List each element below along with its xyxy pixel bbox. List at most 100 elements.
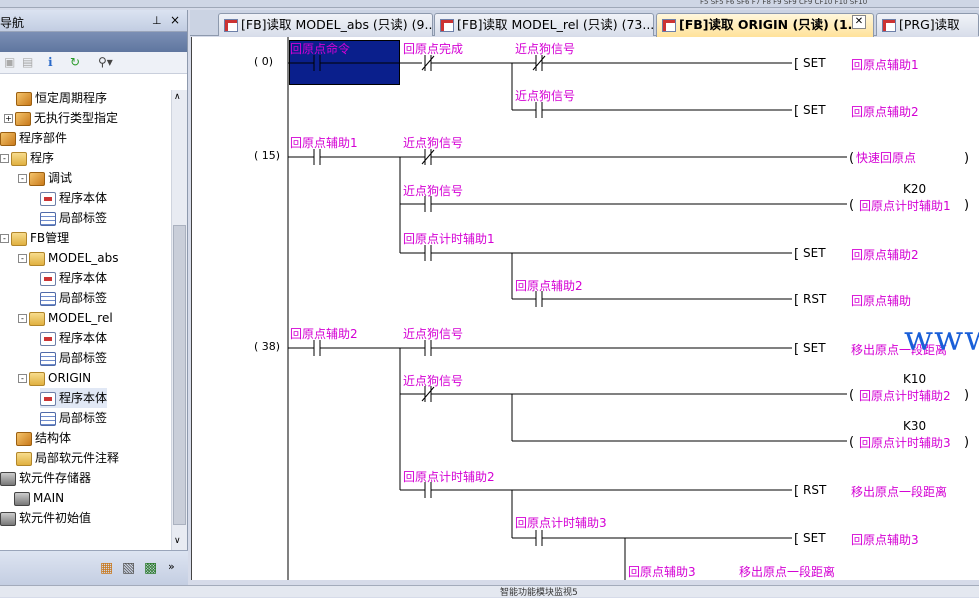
ladder-label[interactable]: K10 (903, 372, 926, 386)
close-icon[interactable]: × (170, 13, 180, 27)
tree-item[interactable]: + 无执行类型指定 (4, 108, 118, 128)
collapse-icon[interactable]: - (0, 154, 9, 163)
scroll-down-icon[interactable]: ∨ (174, 536, 181, 546)
ladder-label[interactable]: 近点狗信号 (515, 40, 575, 57)
tree-item[interactable]: - ORIGIN (18, 368, 91, 388)
program-icon (16, 91, 32, 106)
user-library-icon[interactable]: ▧ (122, 560, 135, 576)
ladder-label[interactable]: 回原点辅助1 (851, 56, 919, 73)
ladder-label[interactable]: 回原点辅助1 (290, 134, 358, 151)
ladder-label[interactable]: 回原点计时辅助3 (515, 514, 607, 531)
tree-item[interactable]: - MODEL_abs (18, 248, 119, 268)
ladder-label[interactable]: 回原点计时辅助2 (403, 468, 495, 485)
expand-icon[interactable]: + (4, 114, 13, 123)
ladder-label[interactable]: RST (803, 292, 826, 306)
ladder-label[interactable]: 回原点辅助 (851, 292, 911, 309)
tree-item[interactable]: 软元件初始值 (0, 508, 91, 528)
tree-item[interactable]: - MODEL_rel (18, 308, 113, 328)
tree-item[interactable]: 局部软元件注释 (16, 448, 119, 468)
ladder-label[interactable]: 移出原点一段距离 (851, 483, 947, 500)
ladder-label[interactable]: SET (803, 103, 826, 117)
connection-icon[interactable]: ▩ (144, 560, 157, 576)
tab-close-icon[interactable]: ✕ (852, 15, 866, 29)
tree-item[interactable]: 软元件存储器 (0, 468, 91, 488)
tree-item[interactable]: - 调试 (18, 168, 72, 188)
folder-icon (29, 251, 45, 266)
ladder-label[interactable]: 回原点完成 (403, 40, 463, 57)
ladder-label[interactable]: 近点狗信号 (403, 372, 463, 389)
folder-icon (16, 451, 32, 466)
coil-bracket: [ (794, 104, 799, 119)
tree-item[interactable]: 局部标签 (40, 408, 107, 428)
tree-item-label: MAIN (33, 491, 65, 505)
tree-item[interactable]: 程序本体 (40, 188, 107, 208)
tree-item[interactable]: 程序本体 (40, 268, 107, 288)
tree-item[interactable]: MAIN (14, 488, 64, 508)
ladder-label[interactable]: 回原点辅助2 (290, 325, 358, 342)
collapse-icon[interactable]: - (18, 254, 27, 263)
ladder-label[interactable]: 近点狗信号 (403, 134, 463, 151)
ladder-label[interactable]: SET (803, 341, 826, 355)
ladder-label[interactable]: 移出原点一段距离 (739, 563, 835, 580)
ladder-label[interactable]: 快速回原点 (856, 149, 916, 166)
refresh-icon[interactable]: ↻ (70, 55, 80, 69)
no-contact (535, 102, 543, 118)
ladder-label[interactable]: 回原点辅助2 (851, 103, 919, 120)
tree-item[interactable]: 程序本体 (40, 328, 107, 348)
tab-model-rel[interactable]: [FB]读取 MODEL_rel (只读) (73... (434, 13, 654, 36)
step-number: ( 38) (254, 340, 281, 353)
ladder-label[interactable]: SET (803, 56, 826, 70)
tree-item[interactable]: 程序部件 (0, 128, 67, 148)
tree-item[interactable]: 局部标签 (40, 348, 107, 368)
tree-item-label: 程序本体 (59, 271, 108, 285)
properties-icon[interactable]: ℹ (48, 55, 53, 69)
tree-item-label: MODEL_rel (48, 311, 113, 325)
ladder-label[interactable]: 回原点计时辅助1 (859, 197, 951, 214)
tree-item-label: 程序部件 (19, 131, 68, 145)
ladder-editor[interactable]: [[() () [[[() () [[ ( 0) ( 15) ( 38) 回原点命令 回原点完成… (191, 37, 979, 580)
label-table-icon (40, 211, 56, 226)
ladder-label[interactable]: 回原点辅助3 (628, 563, 696, 580)
filter-icon[interactable]: ⚲▾ (98, 55, 113, 69)
collapse-icon[interactable]: - (0, 234, 9, 243)
project-view-icon[interactable]: ▦ (100, 560, 113, 576)
tree-item[interactable]: 局部标签 (40, 208, 107, 228)
copy-icon[interactable]: ▣ (4, 55, 15, 69)
ladder-label[interactable]: K30 (903, 419, 926, 433)
tree-item[interactable]: 结构体 (16, 428, 71, 448)
nav-bottom-bar: ▦ ▧ ▩ » (0, 550, 188, 585)
ladder-label[interactable]: 回原点计时辅助1 (403, 230, 495, 247)
tab-model-abs[interactable]: [FB]读取 MODEL_abs (只读) (9... (218, 13, 433, 36)
ladder-label[interactable]: RST (803, 483, 826, 497)
tab-prg[interactable]: [PRG]读取 (876, 13, 979, 36)
pin-icon[interactable]: ⊥ (152, 14, 162, 27)
more-icon[interactable]: » (168, 560, 175, 573)
ladder-label[interactable]: 近点狗信号 (515, 87, 575, 104)
ladder-label[interactable]: 回原点辅助2 (851, 246, 919, 263)
paste-icon[interactable]: ▤ (22, 55, 33, 69)
tree-item[interactable]: 局部标签 (40, 288, 107, 308)
ladder-label[interactable]: 近点狗信号 (403, 325, 463, 342)
ladder-label[interactable]: 回原点计时辅助2 (859, 387, 951, 404)
ladder-label[interactable]: SET (803, 246, 826, 260)
coil-bracket: [ (794, 293, 799, 308)
collapse-icon[interactable]: - (18, 374, 27, 383)
ladder-label[interactable]: SET (803, 531, 826, 545)
tree-item[interactable]: 程序本体 (40, 388, 108, 408)
tree-scrollbar[interactable]: ∧ ∨ (171, 90, 187, 550)
ladder-label[interactable]: 回原点辅助3 (851, 531, 919, 548)
scroll-thumb[interactable] (173, 225, 186, 525)
tree-item[interactable]: 恒定周期程序 (16, 88, 107, 108)
scroll-up-icon[interactable]: ∧ (174, 92, 181, 102)
tab-origin[interactable]: [FB]读取 ORIGIN (只读) (1... (656, 13, 874, 37)
program-icon (0, 131, 16, 146)
collapse-icon[interactable]: - (18, 174, 27, 183)
tree-item[interactable]: - 程序 (0, 148, 54, 168)
ladder-label[interactable]: 回原点辅助2 (515, 277, 583, 294)
ladder-label[interactable]: K20 (903, 182, 926, 196)
ladder-label[interactable]: 近点狗信号 (403, 182, 463, 199)
ladder-label[interactable]: 回原点计时辅助3 (859, 434, 951, 451)
ladder-label[interactable]: 回原点命令 (290, 40, 350, 57)
collapse-icon[interactable]: - (18, 314, 27, 323)
tree-item[interactable]: - FB管理 (0, 228, 69, 248)
